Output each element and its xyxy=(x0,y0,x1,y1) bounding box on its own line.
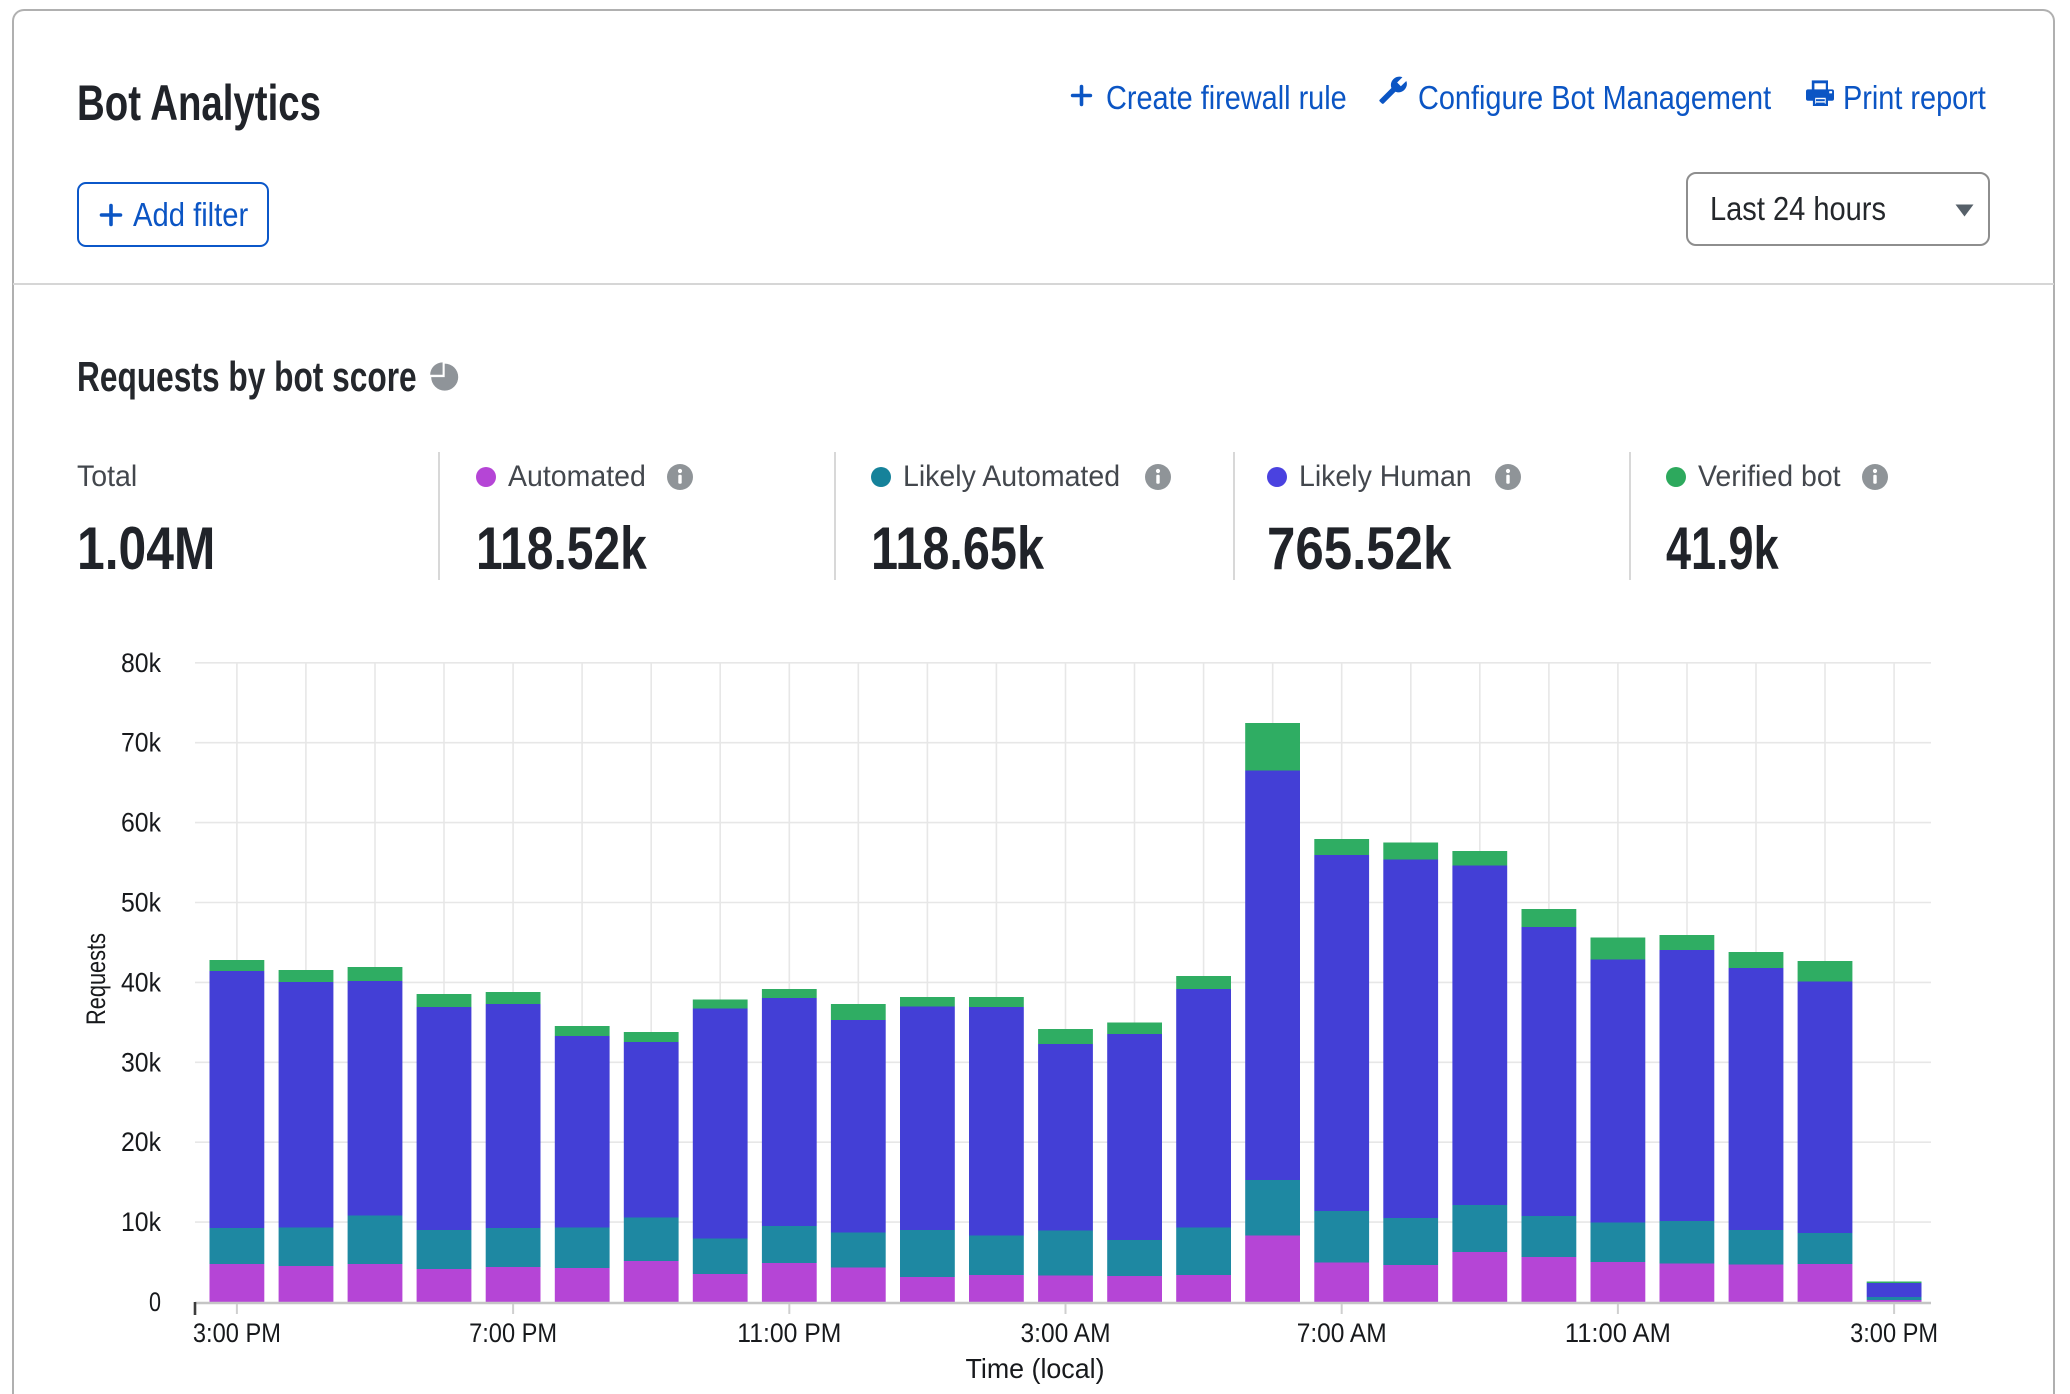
svg-text:3:00 PM: 3:00 PM xyxy=(193,1318,281,1348)
svg-text:80k: 80k xyxy=(121,648,161,678)
svg-text:60k: 60k xyxy=(121,808,161,838)
svg-text:11:00 AM: 11:00 AM xyxy=(1565,1318,1671,1348)
svg-text:7:00 PM: 7:00 PM xyxy=(469,1318,557,1348)
svg-text:0: 0 xyxy=(149,1287,161,1317)
svg-text:70k: 70k xyxy=(121,728,161,758)
svg-text:7:00 AM: 7:00 AM xyxy=(1297,1318,1387,1348)
svg-text:50k: 50k xyxy=(121,888,161,918)
svg-text:3:00 PM: 3:00 PM xyxy=(1850,1318,1938,1348)
svg-text:Requests: Requests xyxy=(81,933,111,1025)
svg-text:20k: 20k xyxy=(121,1127,161,1157)
svg-text:30k: 30k xyxy=(121,1047,161,1077)
svg-text:3:00 AM: 3:00 AM xyxy=(1021,1318,1111,1348)
svg-text:10k: 10k xyxy=(121,1207,161,1237)
svg-text:11:00 PM: 11:00 PM xyxy=(737,1318,841,1348)
svg-text:Time (local): Time (local) xyxy=(966,1353,1105,1384)
svg-text:40k: 40k xyxy=(121,967,161,997)
